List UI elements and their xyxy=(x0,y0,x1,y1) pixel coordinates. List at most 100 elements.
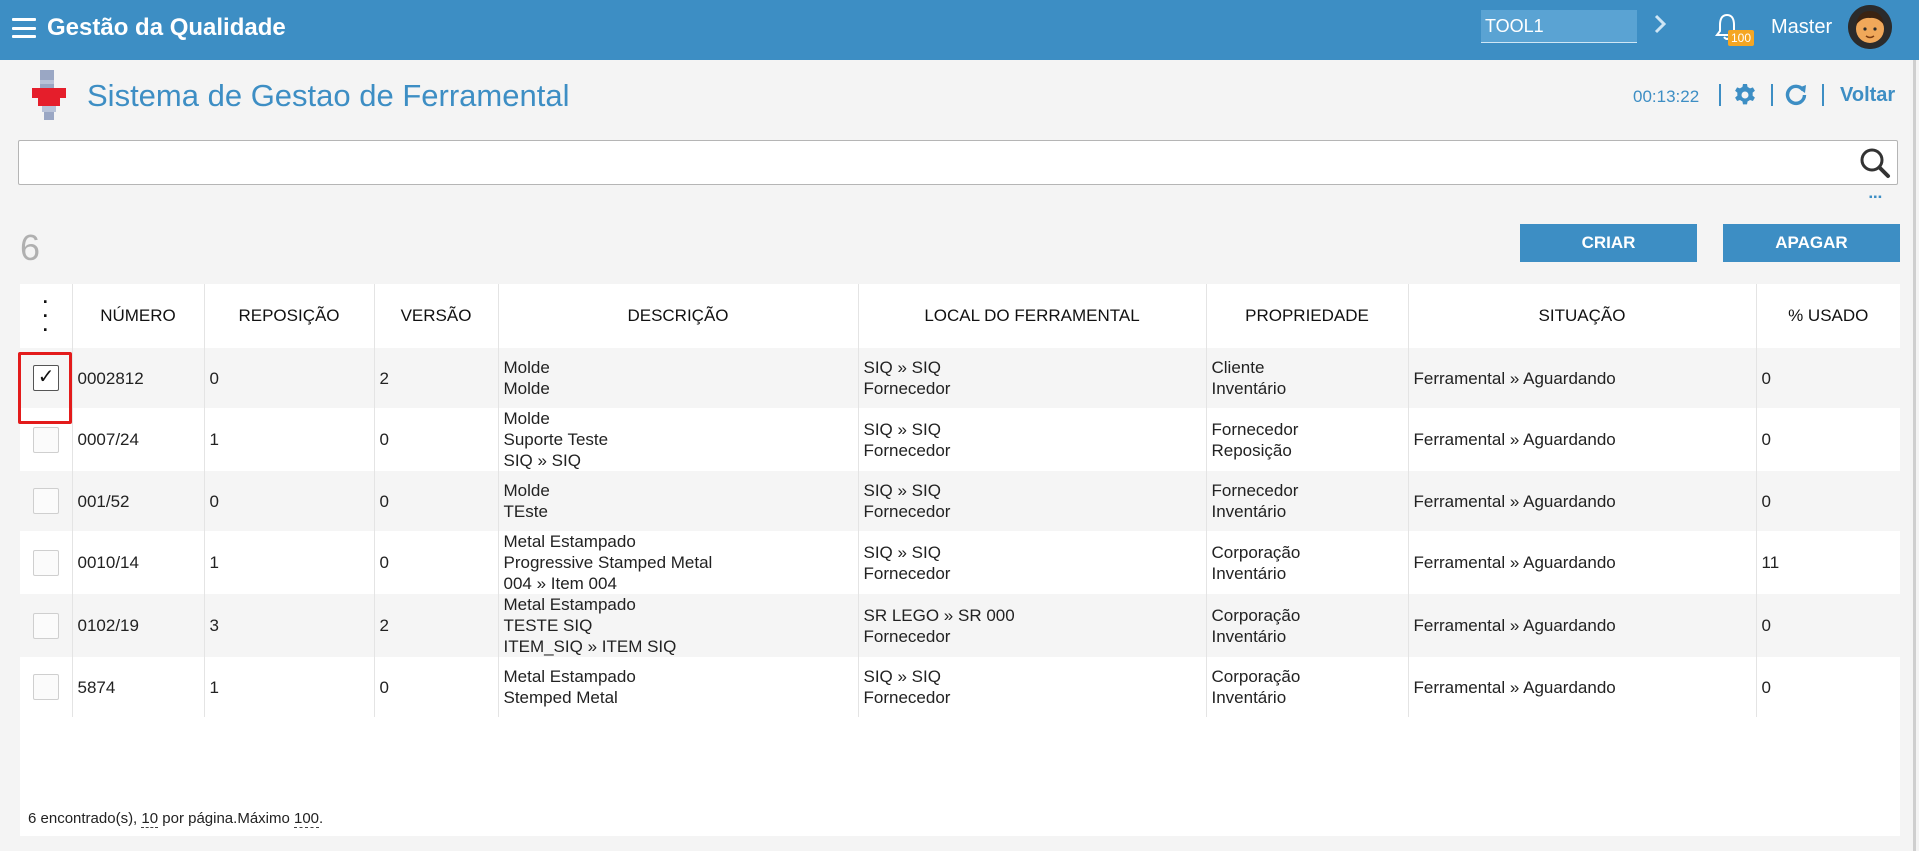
chevron-right-icon[interactable] xyxy=(1652,12,1668,36)
cell-line: Stemped Metal xyxy=(503,688,618,707)
cell-line: Fornecedor xyxy=(863,379,951,398)
cell-versao: 2 xyxy=(374,348,499,408)
cell-local: SIQ » SIQ Fornecedor xyxy=(858,657,1207,717)
column-header[interactable]: VERSÃO xyxy=(374,284,499,348)
cell-reposicao: 1 xyxy=(204,531,375,594)
menu-icon[interactable] xyxy=(12,18,36,38)
search-icon[interactable] xyxy=(1859,147,1891,179)
cell-line: SIQ » SIQ xyxy=(863,358,941,377)
row-checkbox[interactable] xyxy=(32,365,59,391)
row-select-cell xyxy=(20,348,73,408)
column-header[interactable]: DESCRIÇÃO xyxy=(498,284,859,348)
cell-numero[interactable]: 0102/19 xyxy=(72,594,205,657)
cell-line: Fornecedor xyxy=(863,688,951,707)
create-button[interactable]: CRIAR xyxy=(1520,224,1697,262)
user-name[interactable]: Master xyxy=(1771,16,1832,39)
cell-line: ITEM_SIQ » ITEM SIQ xyxy=(503,637,677,656)
cell-propriedade: Corporação Inventário xyxy=(1206,531,1409,594)
cell-line: SR LEGO » SR 000 xyxy=(863,605,1015,625)
scrollbar-track[interactable] xyxy=(1913,60,1916,851)
refresh-icon[interactable] xyxy=(1784,82,1808,106)
cell-line: Molde xyxy=(503,481,550,500)
table-row[interactable]: 5874 1 0 Metal Estampado Stemped Metal SIQ » … xyxy=(20,657,1900,717)
cell-line: Metal Estampado xyxy=(503,532,636,551)
cell-line: Metal Estampado xyxy=(503,667,636,686)
cell-line: Reposição xyxy=(1211,440,1292,460)
column-header[interactable]: % USADO xyxy=(1756,284,1900,348)
cell-propriedade: Corporação Inventário xyxy=(1206,594,1409,657)
cell-line: Fornecedor xyxy=(863,502,951,521)
pagination-info: 6 encontrado(s), 10 por página.Máximo 10… xyxy=(28,810,323,828)
cell-situacao: Ferramental » Aguardando xyxy=(1408,471,1757,531)
cell-usado: 0 xyxy=(1756,348,1900,408)
cell-numero[interactable]: 0007/24 xyxy=(72,408,205,471)
tools-table: · · · NÚMERO REPOSIÇÃO VERSÃO DESCRIÇÃO LO… xyxy=(18,284,1900,836)
cell-propriedade: Cliente Inventário xyxy=(1206,348,1409,408)
cell-line: Suporte Teste xyxy=(503,430,609,449)
cell-numero[interactable]: 001/52 xyxy=(72,471,205,531)
cell-line: Metal Estampado xyxy=(503,595,636,614)
cell-line: Fornecedor xyxy=(1211,481,1299,500)
cell-local: SIQ » SIQ Fornecedor xyxy=(858,348,1207,408)
avatar[interactable] xyxy=(1848,5,1892,49)
result-count: 6 xyxy=(20,227,41,268)
back-link[interactable]: Voltar xyxy=(1840,84,1895,107)
row-checkbox[interactable] xyxy=(32,612,59,639)
column-header[interactable]: LOCAL DO FERRAMENTAL xyxy=(858,284,1207,348)
cell-reposicao: 1 xyxy=(204,657,375,717)
per-page-text: por página.Máximo xyxy=(158,810,294,827)
cell-numero[interactable]: 0010/14 xyxy=(72,531,205,594)
cell-numero[interactable]: 0002812 xyxy=(72,348,205,408)
delete-button[interactable]: APAGAR xyxy=(1723,224,1900,262)
cell-reposicao: 0 xyxy=(204,471,375,531)
table-row[interactable]: 0010/14 1 0 Metal Estampado Progressive Stam… xyxy=(20,531,1900,594)
gear-icon[interactable] xyxy=(1733,83,1757,107)
cell-local: SIQ » SIQ Fornecedor xyxy=(858,531,1207,594)
per-page-value[interactable]: 10 xyxy=(141,810,159,828)
cell-line: Corporação xyxy=(1211,605,1301,625)
row-checkbox[interactable] xyxy=(32,426,59,453)
row-checkbox[interactable] xyxy=(32,549,59,576)
cell-line: Molde xyxy=(503,409,550,428)
cell-situacao: Ferramental » Aguardando xyxy=(1408,348,1757,408)
table-row[interactable]: 000281202MoldeMoldeSIQ » SIQFornecedorCl… xyxy=(20,348,1900,408)
column-menu-icon[interactable]: · · · xyxy=(20,284,73,348)
row-select-cell xyxy=(20,594,73,657)
table-row[interactable]: 0102/19 3 2 Metal Estampado TESTE SIQ ITEM_SI… xyxy=(20,594,1900,657)
cell-descricao: Metal Estampado TESTE SIQ ITEM_SIQ » ITEM … xyxy=(498,594,859,657)
cell-local: SIQ » SIQ Fornecedor xyxy=(858,408,1207,471)
row-checkbox[interactable] xyxy=(32,674,59,700)
tool-input[interactable] xyxy=(1481,10,1637,43)
cell-line: Corporação xyxy=(1211,667,1301,686)
row-checkbox[interactable] xyxy=(32,488,59,514)
cell-versao: 0 xyxy=(374,657,499,717)
found-text: 6 encontrado(s), xyxy=(28,810,142,827)
table-row[interactable]: 001/52 0 0 Molde TEste SIQ » SIQ Fornecedor For… xyxy=(20,471,1900,531)
table-header-row: · · · NÚMERO REPOSIÇÃO VERSÃO DESCRIÇÃO LO… xyxy=(20,284,1900,348)
cell-line: Inventário xyxy=(1211,379,1287,398)
cell-reposicao: 3 xyxy=(204,594,375,657)
app-title: Gestão da Qualidade xyxy=(47,14,286,41)
column-header[interactable]: SITUAÇÃO xyxy=(1408,284,1757,348)
cell-descricao: Molde TEste xyxy=(498,471,859,531)
column-header[interactable]: REPOSIÇÃO xyxy=(204,284,375,348)
divider xyxy=(1719,84,1721,106)
max-value[interactable]: 100 xyxy=(294,810,320,828)
more-icon[interactable]: ▪▪▪ xyxy=(1869,192,1883,203)
cell-line: Fornecedor xyxy=(1211,419,1299,439)
table-row[interactable]: 0007/24 1 0 Molde Suporte Teste SIQ » SIQ SIQ … xyxy=(20,408,1900,471)
cell-line: Corporação xyxy=(1211,542,1301,562)
cell-numero[interactable]: 5874 xyxy=(72,657,205,717)
column-header[interactable]: PROPRIEDADE xyxy=(1206,284,1409,348)
search-input[interactable] xyxy=(19,141,1849,183)
cell-line: Fornecedor xyxy=(863,626,951,646)
cell-usado: 0 xyxy=(1756,408,1900,471)
cell-line: SIQ » SIQ xyxy=(503,451,581,470)
cell-usado: 11 xyxy=(1756,531,1900,594)
cell-line: Molde xyxy=(503,358,550,377)
cell-line: SIQ » SIQ xyxy=(863,419,941,439)
cell-line: TESTE SIQ xyxy=(503,616,593,635)
cell-propriedade: Fornecedor Reposição xyxy=(1206,408,1409,471)
cell-line: Inventário xyxy=(1211,502,1287,521)
column-header[interactable]: NÚMERO xyxy=(72,284,205,348)
